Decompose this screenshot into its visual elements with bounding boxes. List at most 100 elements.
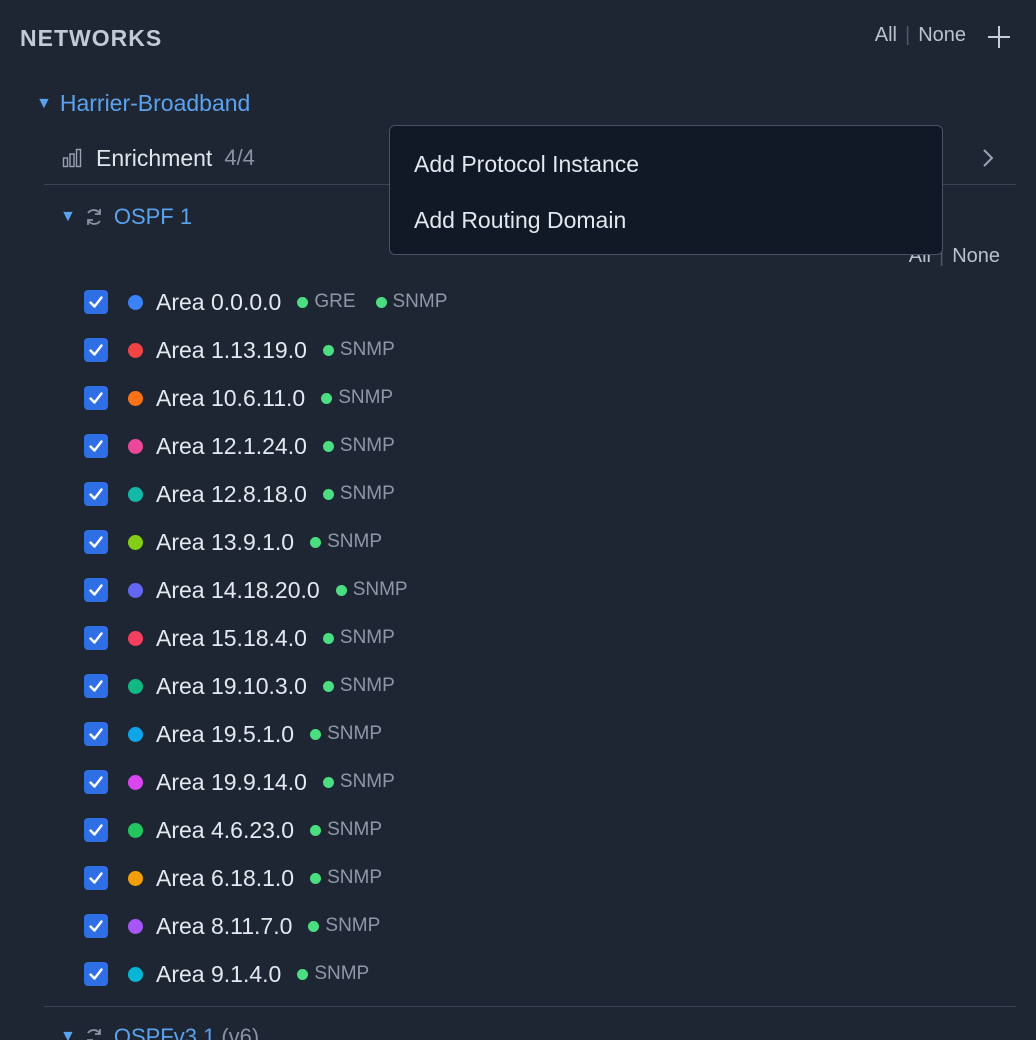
check-icon <box>89 872 103 884</box>
area-color-dot <box>128 966 143 982</box>
area-tag-label: SNMP <box>339 483 395 504</box>
area-tag-label: SNMP <box>327 723 383 744</box>
area-checkbox[interactable] <box>84 770 108 794</box>
area-checkbox[interactable] <box>84 290 108 314</box>
area-tag-label: SNMP <box>338 387 394 408</box>
check-icon <box>89 584 103 596</box>
area-row: Area 14.18.20.0 SNMP <box>84 566 447 614</box>
area-color-dot <box>128 774 143 790</box>
status-dot <box>322 488 334 500</box>
status-dot <box>322 680 334 692</box>
area-color-dot <box>128 294 143 310</box>
area-row: Area 1.13.19.0 SNMP <box>84 326 447 374</box>
area-checkbox[interactable] <box>84 386 108 410</box>
area-name: Area 9.1.4.0 <box>156 960 282 987</box>
area-color-dot <box>128 918 143 934</box>
caret-down-icon: ▼ <box>36 94 52 112</box>
panel-title: NETWORKS <box>20 25 163 51</box>
area-tag-label: SNMP <box>339 627 395 648</box>
area-tag-label: SNMP <box>339 435 395 456</box>
status-dot <box>322 440 334 452</box>
status-dot <box>308 920 320 932</box>
area-tag-label: SNMP <box>339 675 395 696</box>
area-tag-label: SNMP <box>327 819 383 840</box>
check-icon <box>89 440 103 452</box>
check-icon <box>89 632 103 644</box>
area-row: Area 15.18.4.0 SNMP <box>84 614 447 662</box>
area-checkbox[interactable] <box>84 962 108 986</box>
area-tag: SNMP <box>322 675 395 697</box>
status-dot <box>310 728 322 740</box>
area-tag: SNMP <box>310 819 382 841</box>
areas-select-none-link[interactable]: None <box>952 245 1000 268</box>
area-row: Area 0.0.0.0 GRE SNMP <box>84 278 447 326</box>
select-none-link[interactable]: None <box>918 24 966 47</box>
network-toggle[interactable]: ▼ Harrier-Broadband <box>36 90 250 117</box>
area-name: Area 12.8.18.0 <box>156 480 307 507</box>
add-dropdown-menu: Add Protocol Instance Add Routing Domain <box>389 125 943 255</box>
protocol-toggle[interactable]: ▼ OSPF 1 <box>60 204 192 230</box>
area-checkbox[interactable] <box>84 530 108 554</box>
area-checkbox[interactable] <box>84 482 108 506</box>
menu-item-add-protocol-instance[interactable]: Add Protocol Instance <box>390 136 942 192</box>
area-name: Area 13.9.1.0 <box>156 528 295 555</box>
area-checkbox[interactable] <box>84 578 108 602</box>
status-dot <box>297 968 309 980</box>
area-name: Area 1.13.19.0 <box>156 336 307 363</box>
sync-icon <box>86 209 101 225</box>
status-dot <box>310 824 322 836</box>
plus-icon[interactable] <box>988 26 1010 48</box>
area-checkbox[interactable] <box>84 674 108 698</box>
caret-down-icon: ▼ <box>60 1028 76 1040</box>
header-actions: All | None <box>875 22 1010 48</box>
area-color-dot <box>128 678 143 694</box>
check-icon <box>89 344 103 356</box>
check-icon <box>89 392 103 404</box>
area-checkbox[interactable] <box>84 626 108 650</box>
network-name: Harrier-Broadband <box>59 90 251 116</box>
caret-down-icon: ▼ <box>60 208 76 225</box>
area-checkbox[interactable] <box>84 338 108 362</box>
menu-item-add-routing-domain[interactable]: Add Routing Domain <box>390 192 942 248</box>
area-list: Area 0.0.0.0 GRE SNMP Area 1.13.19.0 SNMP Are… <box>84 278 447 998</box>
area-tag: GRE <box>297 291 356 313</box>
area-checkbox[interactable] <box>84 434 108 458</box>
area-row: Area 10.6.11.0 SNMP <box>84 374 447 422</box>
area-tag: SNMP <box>322 435 395 457</box>
area-row: Area 4.6.23.0 SNMP <box>84 806 447 854</box>
status-dot <box>322 776 334 788</box>
check-icon <box>89 968 103 980</box>
separator: | <box>904 23 911 46</box>
protocol-suffix: (v6) <box>221 1024 260 1040</box>
area-tag-label: SNMP <box>352 579 408 600</box>
area-tag-label: SNMP <box>314 963 370 984</box>
protocol-name: OSPFv3 1 <box>113 1024 216 1040</box>
status-dot <box>322 632 334 644</box>
area-tag: SNMP <box>375 291 448 313</box>
check-icon <box>89 536 103 548</box>
area-tag-label: SNMP <box>392 291 448 312</box>
area-color-dot <box>128 438 143 454</box>
area-name: Area 19.5.1.0 <box>156 720 295 747</box>
protocol-toggle[interactable]: ▼ OSPFv3 1 (v6) <box>60 1024 259 1040</box>
area-color-dot <box>128 534 143 550</box>
area-checkbox[interactable] <box>84 866 108 890</box>
area-color-dot <box>128 630 143 646</box>
check-icon <box>89 776 103 788</box>
status-dot <box>375 296 387 308</box>
area-tag-label: SNMP <box>327 867 383 888</box>
status-dot <box>322 344 334 356</box>
area-checkbox[interactable] <box>84 914 108 938</box>
status-dot <box>321 392 333 404</box>
area-row: Area 6.18.1.0 SNMP <box>84 854 447 902</box>
area-tag: SNMP <box>322 771 395 793</box>
check-icon <box>89 728 103 740</box>
check-icon <box>89 488 103 500</box>
area-checkbox[interactable] <box>84 722 108 746</box>
area-checkbox[interactable] <box>84 818 108 842</box>
select-all-link[interactable]: All <box>875 24 897 47</box>
area-tag: SNMP <box>310 531 382 553</box>
status-dot <box>297 296 309 308</box>
area-row: Area 19.10.3.0 SNMP <box>84 662 447 710</box>
check-icon <box>89 920 103 932</box>
